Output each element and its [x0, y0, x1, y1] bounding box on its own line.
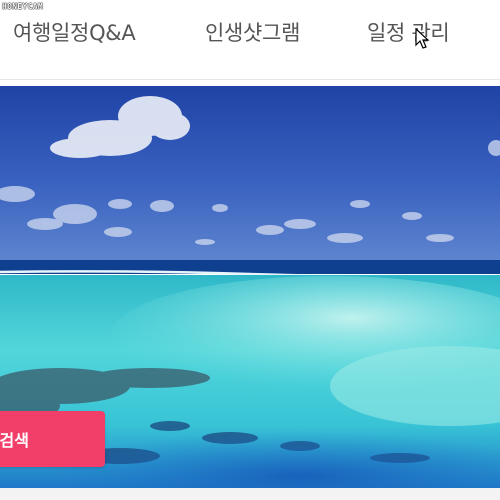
watermark: HONEYCAM — [2, 2, 43, 11]
hero-banner-image: 검색 — [0, 86, 500, 488]
arrow-cursor-icon — [415, 28, 430, 49]
nav-item-travel-qa[interactable]: 여행일정Q&A — [13, 17, 136, 47]
content-section-divider — [0, 488, 500, 500]
search-button[interactable]: 검색 — [0, 411, 105, 467]
nav-item-schedule-management[interactable]: 일정 관리 — [367, 17, 450, 47]
page: 여행일정Q&A 인생샷그램 일정 관리 HONEYCAM 검색 — [0, 0, 500, 500]
nav-item-photogram[interactable]: 인생샷그램 — [205, 17, 300, 47]
